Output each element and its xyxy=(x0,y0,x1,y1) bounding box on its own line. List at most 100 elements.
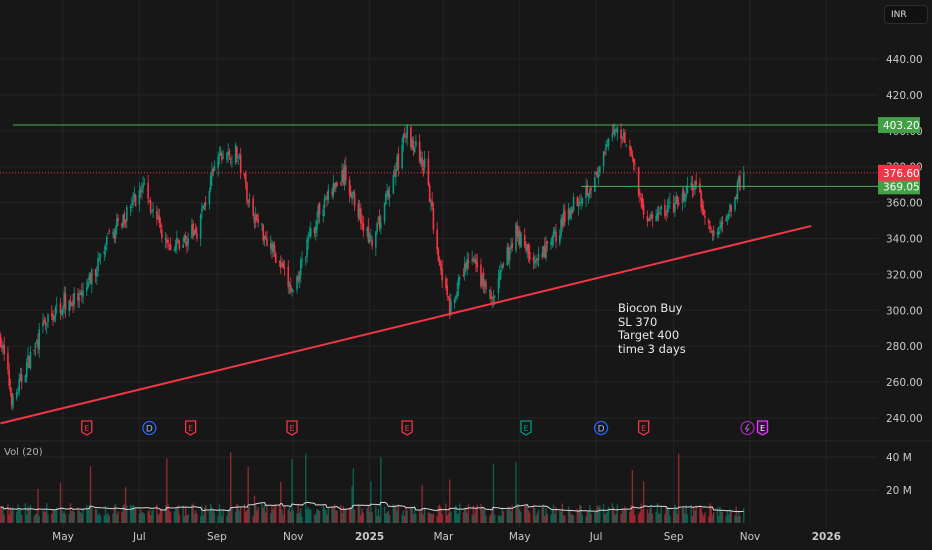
volume-bar xyxy=(571,514,574,523)
volume-indicator-label[interactable]: Vol (20) xyxy=(4,447,43,458)
candle-body xyxy=(371,239,373,246)
volume-bar xyxy=(208,511,211,523)
volume-bar xyxy=(544,516,546,523)
volume-bar xyxy=(89,466,92,523)
volume-bar xyxy=(501,507,503,523)
split-lightning-icon[interactable] xyxy=(740,420,755,436)
volume-bar xyxy=(167,504,169,523)
volume-bar xyxy=(396,510,398,523)
candle-body xyxy=(656,213,659,219)
volume-bar xyxy=(229,452,232,523)
volume-bar xyxy=(611,503,614,523)
candle-body xyxy=(632,158,635,164)
volume-bar xyxy=(360,515,362,523)
volume-bar xyxy=(343,508,346,523)
candle-body xyxy=(103,251,106,254)
candle-body xyxy=(721,221,724,224)
volume-bar xyxy=(323,507,326,523)
volume-bar xyxy=(415,513,417,523)
price-tick-label: 300.00 xyxy=(886,305,923,317)
time-tick-label: Nov xyxy=(740,531,761,543)
candle-body xyxy=(406,125,408,139)
volume-bar xyxy=(129,504,132,523)
candle-body xyxy=(73,293,76,305)
volume-bar xyxy=(519,509,521,523)
candle-body xyxy=(423,158,426,168)
volume-bar xyxy=(691,516,694,523)
candle-body xyxy=(392,175,395,194)
candle-body xyxy=(44,323,47,325)
candle-body xyxy=(17,392,19,394)
volume-bar xyxy=(148,510,151,523)
event-markers[interactable]: EDEEEEDEE xyxy=(81,420,769,436)
candle-body xyxy=(54,307,57,317)
volume-bar xyxy=(462,512,465,523)
volume-bar xyxy=(447,513,450,523)
volume-bar xyxy=(273,505,276,523)
candle-body xyxy=(246,182,248,201)
volume-bar xyxy=(353,509,356,523)
volume-bar xyxy=(152,509,154,523)
volume-bar xyxy=(378,516,381,523)
candle-body xyxy=(659,211,661,213)
candle-body xyxy=(273,244,276,252)
volume-bar xyxy=(68,514,70,523)
candle-body xyxy=(520,233,522,248)
volume-bar xyxy=(366,508,368,523)
currency-button[interactable]: INR xyxy=(884,5,928,24)
volume-bar xyxy=(327,507,329,523)
volume-bar xyxy=(718,516,720,523)
volume-bar xyxy=(430,513,432,523)
volume-bar xyxy=(458,503,461,523)
volume-bar xyxy=(465,507,467,523)
volume-bar xyxy=(317,509,319,523)
volume-bar xyxy=(204,505,207,523)
volume-bar xyxy=(213,512,216,523)
candle-body xyxy=(97,258,99,272)
candle-body xyxy=(631,154,634,158)
candle-body xyxy=(292,290,295,292)
volume-bar xyxy=(19,508,22,523)
volume-bar xyxy=(660,506,662,523)
volume-bar xyxy=(248,506,251,523)
volume-bar xyxy=(482,509,485,523)
candle-body xyxy=(291,288,293,291)
volume-bar xyxy=(348,507,351,523)
candle-body xyxy=(327,189,330,200)
text-annotation[interactable]: Biocon Buy SL 370 Target 400 time 3 days xyxy=(618,301,686,356)
volume-bar xyxy=(526,506,528,523)
candle-body xyxy=(178,241,181,249)
volume-bar xyxy=(585,516,587,523)
volume-bar xyxy=(446,515,448,523)
volume-bar xyxy=(307,507,309,523)
volume-bar xyxy=(368,511,371,523)
price-chart[interactable]: EDEEEEDEE 440.00420.00400.00380.00360.00… xyxy=(0,0,932,550)
volume-bar xyxy=(579,504,581,523)
candle-body xyxy=(222,157,224,159)
volume-bar xyxy=(103,515,105,523)
volume-bar xyxy=(221,516,223,523)
volume-bar xyxy=(21,514,23,523)
volume-bar xyxy=(132,504,134,523)
volume-bar xyxy=(370,481,372,523)
candle-body xyxy=(712,230,715,237)
candle-body xyxy=(187,238,189,246)
volume-bar xyxy=(17,504,19,523)
volume-bar xyxy=(287,509,289,523)
volume-bar xyxy=(0,506,2,523)
candle-body xyxy=(18,379,21,392)
volume-bar xyxy=(393,506,396,523)
volume-bar xyxy=(266,504,268,523)
volume-bar xyxy=(54,510,57,523)
volume-bar xyxy=(669,515,671,523)
volume-bar xyxy=(542,504,545,523)
volume-bar xyxy=(157,515,159,523)
volume-bar xyxy=(677,453,680,523)
volume-bar xyxy=(655,511,657,523)
trendline[interactable] xyxy=(0,224,812,425)
candle-body xyxy=(221,153,223,161)
price-axis[interactable]: 440.00420.00400.00380.00360.00340.00320.… xyxy=(878,54,923,497)
volume-bar xyxy=(257,506,259,523)
time-axis[interactable]: May Jul Sep Nov 2025 Mar May Jul Sep Nov 2026 xyxy=(52,531,841,543)
volume-bar xyxy=(261,503,263,523)
